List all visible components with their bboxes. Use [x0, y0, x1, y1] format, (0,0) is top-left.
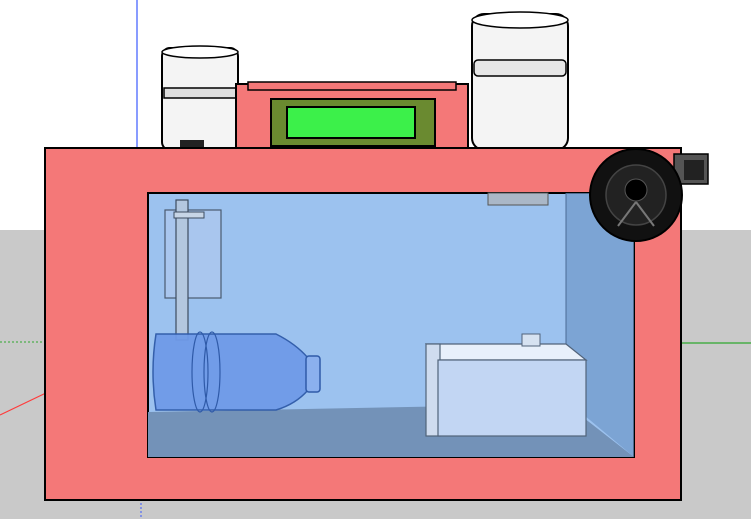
enclosure-box[interactable] [44, 147, 682, 501]
3d-model-viewport[interactable] [0, 0, 751, 519]
lcd-display[interactable] [235, 81, 469, 153]
ceiling-sensor-block [487, 192, 549, 206]
left-cap-cylinder[interactable] [161, 45, 239, 151]
container-tray[interactable] [424, 333, 588, 437]
right-cap-cylinder[interactable] [471, 11, 569, 151]
